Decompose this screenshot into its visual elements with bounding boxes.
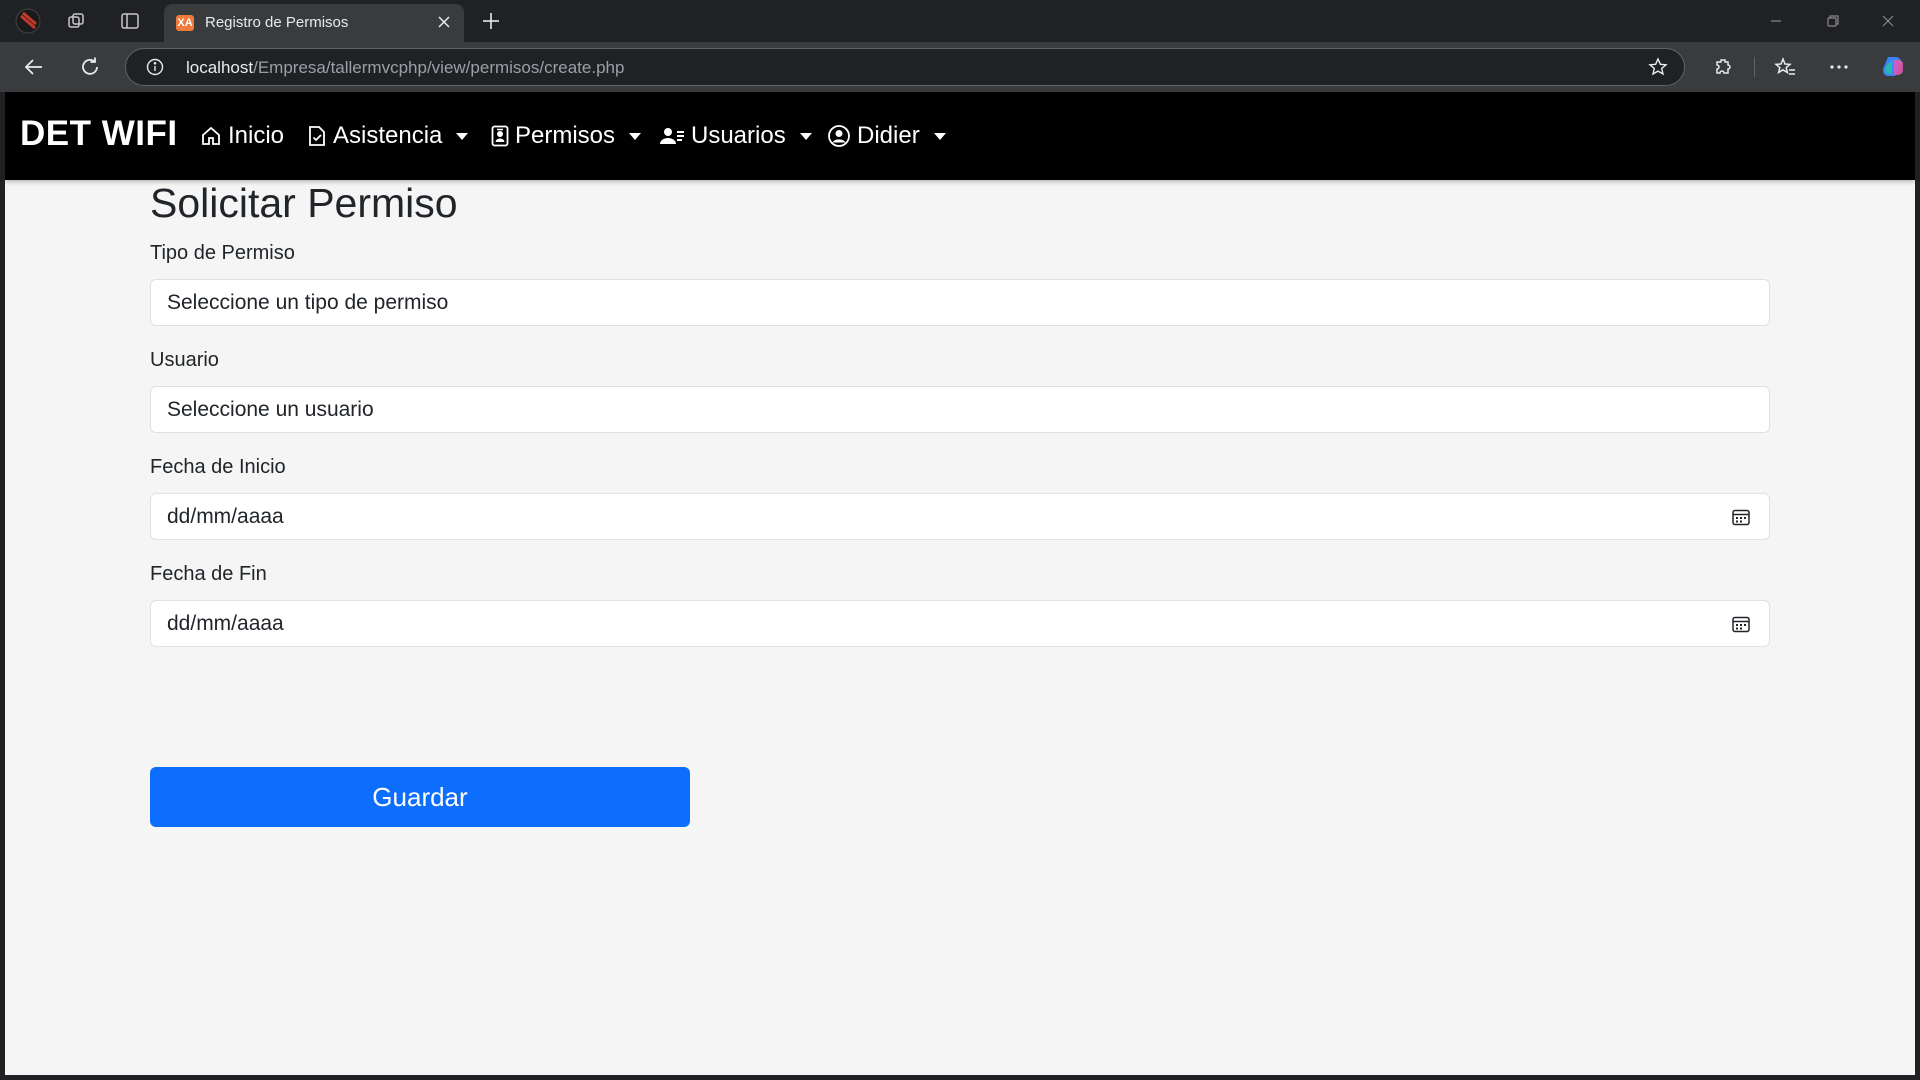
chevron-down-icon	[629, 132, 642, 140]
copilot-icon[interactable]	[1880, 54, 1906, 80]
person-badge-icon	[491, 125, 509, 147]
favorites-icon[interactable]	[1772, 54, 1798, 80]
profile-avatar-icon[interactable]	[15, 8, 41, 34]
tipo-permiso-value: Seleccione un tipo de permiso	[167, 291, 449, 314]
tab-close-icon[interactable]	[434, 12, 454, 32]
top-navbar: DET WIFI Inicio Asistencia Permisos Usua…	[5, 92, 1915, 180]
nav-inicio[interactable]: Inicio	[200, 119, 284, 153]
user-circle-icon	[828, 125, 850, 147]
chevron-down-icon	[933, 132, 946, 140]
usuario-label: Usuario	[150, 349, 219, 371]
nav-asistencia-dropdown[interactable]: Asistencia	[307, 119, 469, 153]
people-icon	[660, 128, 684, 144]
page-title: Solicitar Permiso	[150, 180, 458, 226]
file-check-icon	[309, 126, 325, 146]
tipo-permiso-label: Tipo de Permiso	[150, 242, 295, 264]
brand-logo-text[interactable]: DET WIFI	[20, 114, 178, 154]
tab-title: Registro de Permisos	[205, 14, 349, 31]
browser-tabstrip: XA Registro de Permisos	[0, 0, 1920, 42]
chevron-down-icon	[456, 132, 469, 140]
window-close-icon[interactable]	[1876, 10, 1900, 32]
new-tab-icon[interactable]	[478, 8, 504, 34]
fecha-inicio-value: dd/mm/aaaa	[167, 505, 284, 528]
browser-tab-active[interactable]: XA Registro de Permisos	[164, 4, 464, 42]
nav-permisos-dropdown[interactable]: Permisos	[491, 119, 642, 153]
nav-asistencia-label: Asistencia	[333, 122, 443, 149]
restore-icon[interactable]	[1821, 10, 1845, 32]
url-text: localhost/Empresa/tallermvcphp/view/perm…	[186, 58, 625, 77]
usuario-value: Seleccione un usuario	[167, 398, 374, 421]
nav-inicio-label: Inicio	[228, 122, 285, 149]
window-bottom-border	[0, 1075, 1920, 1080]
usuario-select[interactable]: Seleccione un usuario	[150, 386, 1770, 433]
more-options-icon[interactable]	[1826, 54, 1852, 80]
fecha-fin-input[interactable]: dd/mm/aaaa	[150, 600, 1770, 647]
house-icon	[202, 126, 220, 145]
site-info-icon[interactable]	[146, 58, 164, 76]
tipo-permiso-select[interactable]: Seleccione un tipo de permiso	[150, 279, 1770, 326]
minimize-icon[interactable]	[1764, 10, 1788, 32]
xampp-favicon-icon: XA	[176, 15, 194, 31]
tab-actions-icon[interactable]	[117, 8, 143, 34]
nav-usuarios-label: Usuarios	[691, 122, 786, 149]
nav-usuarios-dropdown[interactable]: Usuarios	[659, 119, 812, 153]
toolbar-separator	[1754, 57, 1755, 77]
guardar-button[interactable]: Guardar	[150, 767, 690, 827]
favorite-star-icon[interactable]	[1648, 57, 1668, 77]
workspaces-icon[interactable]	[64, 8, 90, 34]
calendar-icon[interactable]	[1731, 507, 1751, 527]
nav-permisos-label: Permisos	[515, 122, 616, 149]
reload-icon[interactable]	[77, 54, 103, 80]
page-viewport: DET WIFI Inicio Asistencia Permisos Usua…	[5, 92, 1915, 1075]
back-arrow-icon[interactable]	[21, 54, 47, 80]
fecha-fin-label: Fecha de Fin	[150, 563, 267, 585]
calendar-icon[interactable]	[1731, 614, 1751, 634]
nav-user-menu-dropdown[interactable]: Didier	[827, 119, 946, 153]
fecha-inicio-label: Fecha de Inicio	[150, 456, 286, 478]
fecha-inicio-input[interactable]: dd/mm/aaaa	[150, 493, 1770, 540]
nav-user-label: Didier	[857, 122, 920, 149]
fecha-fin-value: dd/mm/aaaa	[167, 612, 284, 635]
chevron-down-icon	[799, 132, 812, 140]
extensions-icon[interactable]	[1711, 54, 1737, 80]
browser-toolbar: localhost/Empresa/tallermvcphp/view/perm…	[0, 42, 1920, 92]
address-bar[interactable]: localhost/Empresa/tallermvcphp/view/perm…	[125, 48, 1685, 86]
